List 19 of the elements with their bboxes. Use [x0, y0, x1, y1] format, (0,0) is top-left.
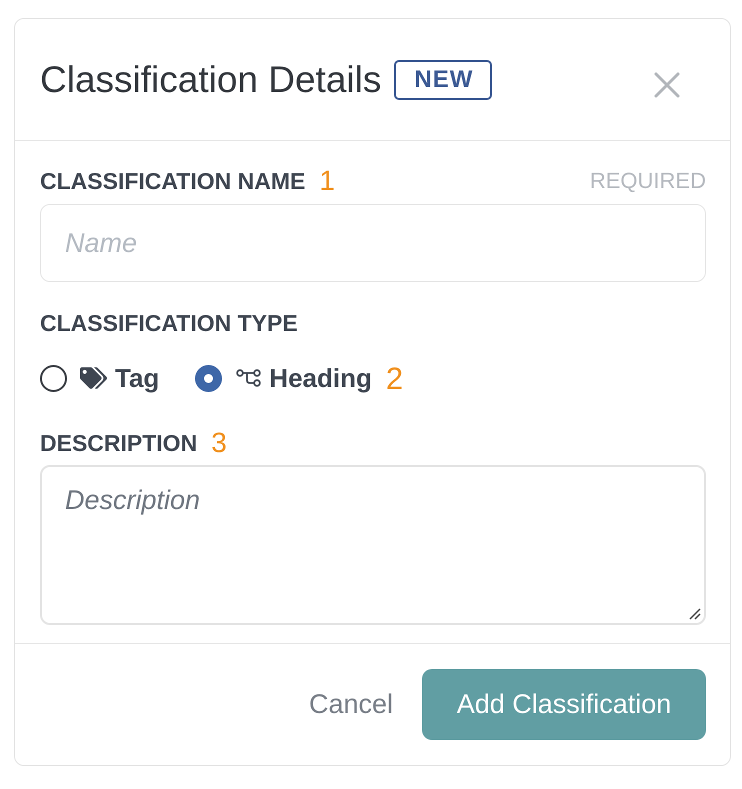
radio-button[interactable]	[195, 364, 222, 392]
field-label: CLASSIFICATION NAME	[40, 168, 306, 194]
callout-number: 2	[386, 362, 404, 394]
name-input[interactable]: Name	[40, 204, 706, 282]
callout-number: 1	[319, 167, 335, 195]
option-label[interactable]: Heading	[269, 362, 372, 394]
tags-icon	[80, 367, 107, 389]
cancel-button[interactable]: Cancel	[294, 689, 407, 720]
branch-icon	[236, 369, 262, 387]
callout-number: 3	[211, 429, 227, 457]
field-label: CLASSIFICATION TYPE	[40, 310, 298, 336]
dialog-title: Classification Details	[40, 58, 382, 100]
new-badge: NEW	[394, 60, 492, 100]
option-label[interactable]: Tag	[115, 362, 160, 394]
required-hint: REQUIRED	[590, 168, 706, 194]
description-input[interactable]: Description	[40, 465, 706, 625]
radio-button[interactable]	[40, 364, 67, 392]
field-label: DESCRIPTION	[40, 430, 198, 456]
resize-grip-icon[interactable]	[689, 608, 701, 620]
